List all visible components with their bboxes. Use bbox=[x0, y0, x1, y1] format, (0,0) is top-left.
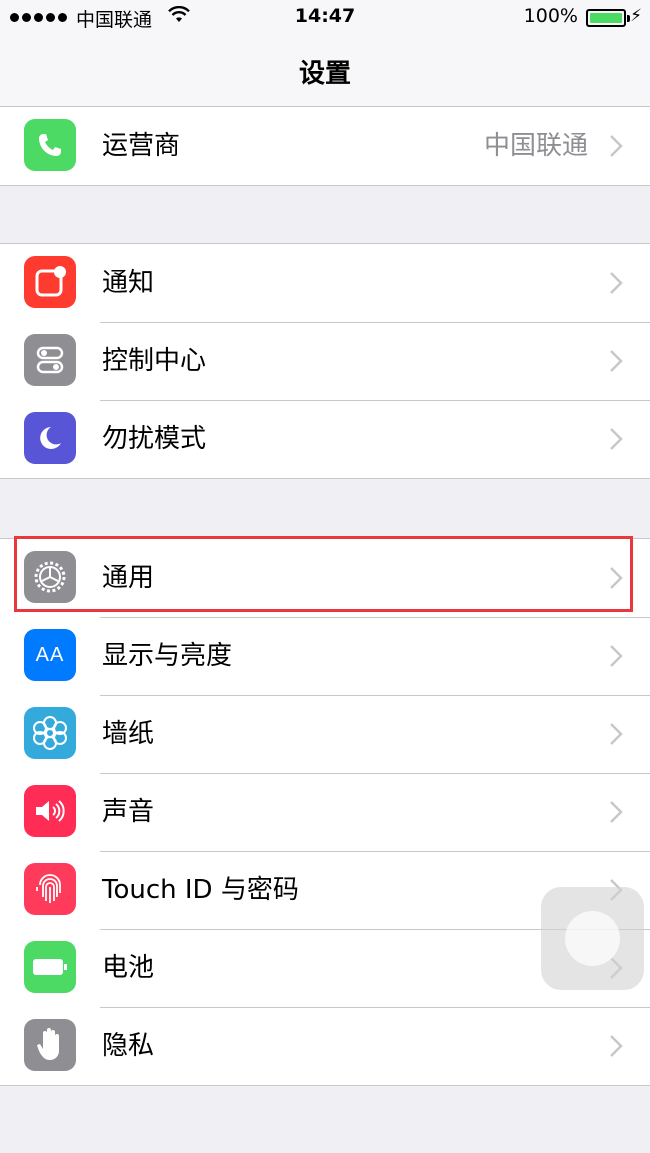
battery-icon bbox=[24, 941, 76, 993]
charging-bolt-icon: ⚡ bbox=[630, 6, 642, 26]
settings-row-label: 控制中心 bbox=[102, 346, 207, 376]
chevron-right-icon bbox=[610, 1035, 623, 1057]
settings-row-control-center[interactable]: 控制中心 bbox=[0, 322, 650, 400]
hand-icon bbox=[24, 1019, 76, 1071]
settings-row-label: 勿扰模式 bbox=[102, 424, 207, 454]
control-center-icon bbox=[24, 334, 76, 386]
settings-row-label: 通用 bbox=[102, 563, 155, 593]
display-brightness-icon: AA bbox=[24, 629, 76, 681]
notifications-group: 通知 控制中心 勿扰模式 bbox=[0, 243, 650, 479]
settings-row-label: 隐私 bbox=[102, 1031, 155, 1061]
chevron-right-icon bbox=[610, 428, 623, 450]
settings-row-label: Touch ID 与密码 bbox=[102, 875, 299, 905]
settings-row-label: 电池 bbox=[102, 953, 155, 983]
speaker-icon bbox=[24, 785, 76, 837]
display-icon-text: AA bbox=[35, 643, 65, 666]
settings-row-carrier[interactable]: 运营商 中国联通 bbox=[0, 107, 650, 185]
phone-icon bbox=[24, 119, 76, 171]
top-bar: 中国联通 14:47 100% ⚡ 设置 bbox=[0, 0, 650, 110]
settings-row-privacy[interactable]: 隐私 bbox=[0, 1007, 650, 1085]
settings-row-notifications[interactable]: 通知 bbox=[0, 244, 650, 322]
moon-icon bbox=[24, 412, 76, 464]
fingerprint-icon bbox=[24, 863, 76, 915]
settings-row-label: 墙纸 bbox=[102, 719, 155, 749]
chevron-right-icon bbox=[610, 135, 623, 157]
chevron-right-icon bbox=[610, 723, 623, 745]
gear-icon bbox=[24, 551, 76, 603]
battery-indicator-icon bbox=[586, 9, 630, 27]
chevron-right-icon bbox=[610, 272, 623, 294]
chevron-right-icon bbox=[610, 567, 623, 589]
settings-row-display-brightness[interactable]: AA 显示与亮度 bbox=[0, 617, 650, 695]
chevron-right-icon bbox=[610, 645, 623, 667]
assistive-touch-button[interactable] bbox=[541, 887, 644, 990]
battery-percent: 100% bbox=[523, 5, 578, 27]
settings-row-detail: 中国联通 bbox=[483, 131, 588, 161]
settings-row-label: 声音 bbox=[102, 797, 155, 827]
page-title: 设置 bbox=[298, 59, 351, 89]
settings-row-label: 显示与亮度 bbox=[102, 641, 233, 671]
settings-row-wallpaper[interactable]: 墙纸 bbox=[0, 695, 650, 773]
general-group: 通用 AA 显示与亮度 墙纸 声音 Touch ID 与密码 电池 隐私 bbox=[0, 538, 650, 1086]
settings-row-label: 通知 bbox=[102, 268, 155, 298]
wallpaper-flower-icon bbox=[24, 707, 76, 759]
notification-icon bbox=[24, 256, 76, 308]
carrier-group: 运营商 中国联通 bbox=[0, 106, 650, 186]
settings-row-general[interactable]: 通用 bbox=[0, 539, 650, 617]
settings-row-sounds[interactable]: 声音 bbox=[0, 773, 650, 851]
chevron-right-icon bbox=[610, 801, 623, 823]
status-bar: 中国联通 14:47 100% ⚡ bbox=[0, 0, 650, 36]
settings-row-label: 运营商 bbox=[102, 131, 181, 161]
chevron-right-icon bbox=[610, 350, 623, 372]
settings-row-do-not-disturb[interactable]: 勿扰模式 bbox=[0, 400, 650, 478]
